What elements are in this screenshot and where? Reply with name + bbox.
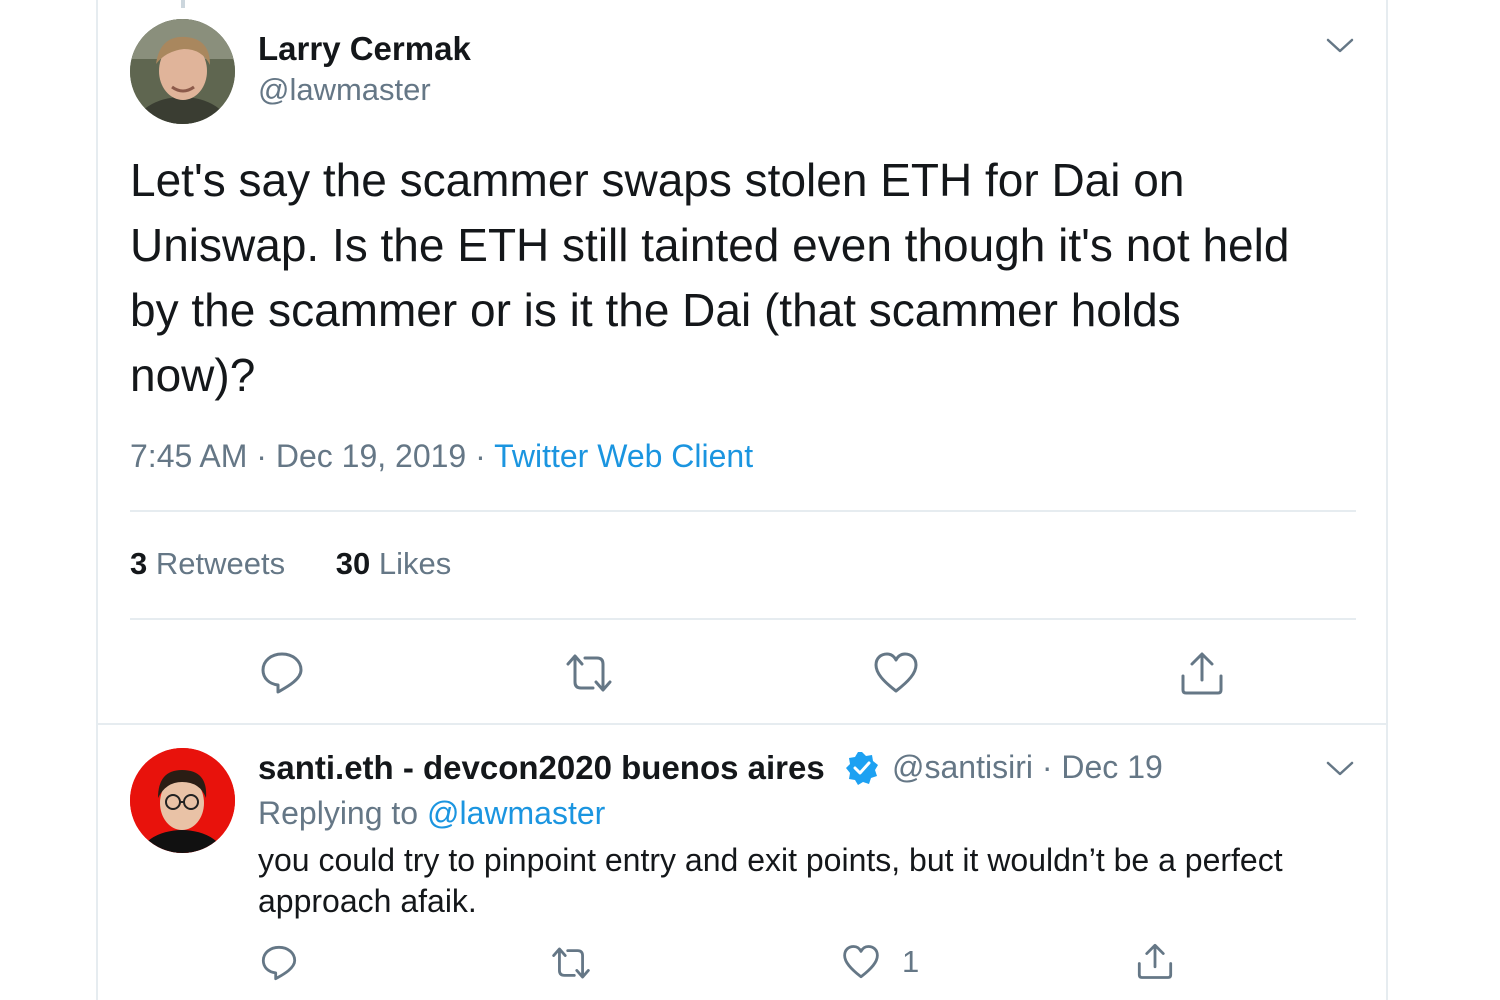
reply-icon	[261, 945, 297, 981]
thread-connector-line	[181, 0, 185, 8]
divider	[130, 618, 1356, 620]
retweets-count: 3	[130, 546, 148, 581]
tweet-time[interactable]: 7:45 AM	[130, 438, 247, 474]
reply-handle-date: @santisiri · Dec 19	[892, 749, 1163, 786]
share-icon	[1137, 943, 1173, 979]
reply-like-count: 1	[902, 944, 920, 979]
like-button[interactable]	[873, 651, 919, 695]
retweet-icon	[566, 654, 612, 692]
likes-label: Likes	[378, 546, 452, 581]
reply-button[interactable]	[260, 944, 298, 982]
tweet-text: Let's say the scammer swaps stolen ETH f…	[130, 154, 1290, 401]
avatar[interactable]	[130, 748, 235, 853]
share-icon	[1181, 652, 1223, 695]
reply-icon	[261, 652, 303, 694]
heart-icon	[874, 652, 918, 693]
replying-label: Replying to	[258, 795, 419, 831]
chevron-down-icon[interactable]	[1325, 759, 1355, 779]
verified-badge-icon	[845, 751, 879, 785]
tweet-source-link[interactable]: Twitter Web Client	[494, 438, 753, 474]
reply-author-name[interactable]: santi.eth - devcon2020 buenos aires	[258, 749, 825, 787]
meta-separator: ·	[247, 438, 276, 474]
share-button[interactable]	[1136, 942, 1174, 980]
tweet-metadata: 7:45 AM · Dec 19, 2019 · Twitter Web Cli…	[130, 438, 753, 475]
retweet-button[interactable]	[564, 650, 614, 696]
reply-date[interactable]: Dec 19	[1061, 749, 1162, 785]
replying-to: Replying to @lawmaster	[258, 795, 605, 832]
retweets-stat[interactable]: 3 Retweets	[130, 546, 285, 582]
retweets-label: Retweets	[155, 546, 286, 581]
share-button[interactable]	[1179, 650, 1225, 696]
tweet-date[interactable]: Dec 19, 2019	[276, 438, 466, 474]
reply-button[interactable]	[259, 650, 305, 696]
heart-icon	[843, 945, 879, 979]
chevron-down-icon[interactable]	[1325, 36, 1355, 56]
author-name[interactable]: Larry Cermak	[258, 30, 471, 68]
retweet-button[interactable]	[550, 944, 592, 982]
tweet-separator	[98, 723, 1386, 725]
like-button[interactable]: 1	[842, 944, 919, 980]
likes-count: 30	[335, 546, 371, 581]
reply-text: you could try to pinpoint entry and exit…	[258, 842, 1283, 919]
reply-author-handle[interactable]: @santisiri	[892, 749, 1033, 785]
replying-to-link[interactable]: @lawmaster	[427, 795, 605, 831]
meta-separator: ·	[1032, 749, 1062, 785]
tweet-stats: 3 Retweets 30 Likes	[130, 546, 493, 582]
retweet-icon	[552, 947, 590, 979]
author-handle[interactable]: @lawmaster	[258, 72, 431, 108]
meta-separator: ·	[466, 438, 495, 474]
avatar[interactable]	[130, 19, 235, 124]
divider	[130, 510, 1356, 512]
likes-stat[interactable]: 30 Likes	[336, 546, 451, 582]
